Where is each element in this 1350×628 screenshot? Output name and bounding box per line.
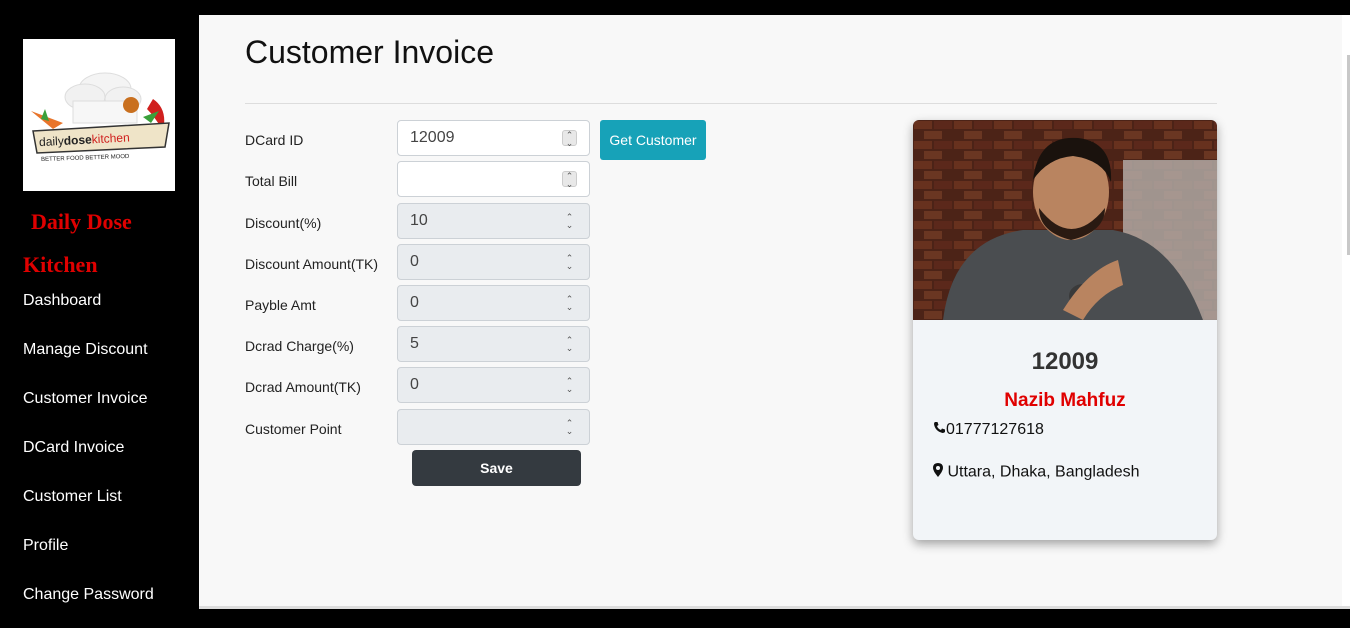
save-button[interactable]: Save — [412, 450, 581, 486]
payable-value: 0 — [410, 294, 419, 311]
discount-value: 10 — [410, 212, 428, 229]
top-bar — [0, 0, 1350, 15]
total-bill-row: Total Bill ⌃ ⌄ — [245, 161, 945, 199]
customer-point-input: ⌃ ⌄ — [397, 409, 590, 445]
brand-name-line2: Kitchen — [23, 252, 98, 277]
brand-logo: dailydosekitchen BETTER FOOD BETTER MOOD — [23, 39, 175, 191]
sidebar-item-change-password[interactable]: Change Password — [23, 579, 154, 628]
chevron-up-down-icon: ⌃ ⌄ — [565, 376, 574, 394]
customer-point-label: Customer Point — [245, 421, 342, 437]
dcard-amount-input: 0 ⌃ ⌄ — [397, 367, 590, 403]
total-bill-input[interactable]: ⌃ ⌄ — [397, 161, 590, 197]
sidebar-item-customer-list[interactable]: Customer List — [23, 481, 154, 530]
chevron-up-down-icon[interactable]: ⌃ ⌄ — [562, 130, 577, 148]
customer-phone-text: 01777127618 — [946, 421, 1044, 439]
phone-icon — [933, 421, 946, 439]
logo-tagline: BETTER FOOD BETTER MOOD — [41, 154, 130, 163]
map-marker-icon — [933, 463, 943, 482]
brand-name: Daily Dose Kitchen — [23, 200, 193, 286]
main-content: Customer Invoice DCard ID 12009 ⌃ ⌄ Get C… — [199, 15, 1342, 606]
dcard-charge-row: Dcrad Charge(%) 5 ⌃ ⌄ — [245, 326, 945, 364]
customer-card-phone: 01777127618 — [933, 421, 1044, 439]
chevron-up-down-icon: ⌃ ⌄ — [565, 418, 574, 436]
chevron-up-down-icon: ⌃ ⌄ — [565, 253, 574, 271]
customer-point-row: Customer Point ⌃ ⌄ — [245, 409, 945, 447]
chevron-up-down-icon: ⌃ ⌄ — [565, 294, 574, 312]
sidebar: dailydosekitchen BETTER FOOD BETTER MOOD… — [0, 15, 199, 609]
discount-row: Discount(%) 10 ⌃ ⌄ — [245, 203, 945, 241]
dcard-charge-input: 5 ⌃ ⌄ — [397, 326, 590, 362]
total-bill-label: Total Bill — [245, 173, 298, 189]
discount-amount-value: 0 — [410, 253, 419, 270]
payable-label: Payble Amt — [245, 297, 316, 313]
dcard-amount-row: Dcrad Amount(TK) 0 ⌃ ⌄ — [245, 367, 945, 405]
customer-card-address: Uttara, Dhaka, Bangladesh — [933, 463, 1140, 482]
dcard-charge-value: 5 — [410, 335, 419, 352]
discount-amount-input: 0 ⌃ ⌄ — [397, 244, 590, 280]
sidebar-item-manage-discount[interactable]: Manage Discount — [23, 334, 154, 383]
dcard-amount-label: Dcrad Amount(TK) — [245, 379, 361, 395]
discount-input: 10 ⌃ ⌄ — [397, 203, 590, 239]
customer-card-name: Nazib Mahfuz — [1004, 390, 1126, 411]
customer-address-text: Uttara, Dhaka, Bangladesh — [947, 463, 1140, 481]
discount-amount-row: Discount Amount(TK) 0 ⌃ ⌄ — [245, 244, 945, 282]
dcard-amount-value: 0 — [410, 376, 419, 393]
brand-name-line1: Daily Dose — [31, 209, 132, 234]
dcard-id-input[interactable]: 12009 ⌃ ⌄ — [397, 120, 590, 156]
page-title: Customer Invoice — [245, 34, 494, 70]
sidebar-item-dashboard[interactable]: Dashboard — [23, 285, 154, 334]
dcard-charge-label: Dcrad Charge(%) — [245, 338, 354, 354]
payable-row: Payble Amt 0 ⌃ ⌄ — [245, 285, 945, 323]
sidebar-item-dcard-invoice[interactable]: DCard Invoice — [23, 432, 154, 481]
customer-card: 12009 Nazib Mahfuz 01777127618 Uttara, D… — [913, 120, 1217, 540]
get-customer-button[interactable]: Get Customer — [600, 120, 706, 160]
chevron-up-down-icon[interactable]: ⌃ ⌄ — [562, 171, 577, 189]
sidebar-nav: Dashboard Manage Discount Customer Invoi… — [23, 285, 154, 628]
discount-label: Discount(%) — [245, 215, 322, 231]
dcard-id-value: 12009 — [410, 129, 455, 146]
discount-amount-label: Discount Amount(TK) — [245, 256, 379, 272]
sidebar-item-profile[interactable]: Profile — [23, 530, 154, 579]
chevron-up-down-icon: ⌃ ⌄ — [565, 212, 574, 230]
sidebar-item-customer-invoice[interactable]: Customer Invoice — [23, 383, 154, 432]
customer-card-id: 12009 — [1031, 348, 1099, 375]
dcard-id-label: DCard ID — [245, 132, 304, 148]
customer-photo — [913, 120, 1217, 320]
chevron-up-down-icon: ⌃ ⌄ — [565, 335, 574, 353]
title-divider — [245, 103, 1217, 104]
dcard-id-row: DCard ID 12009 ⌃ ⌄ — [245, 120, 945, 158]
payable-input: 0 ⌃ ⌄ — [397, 285, 590, 321]
